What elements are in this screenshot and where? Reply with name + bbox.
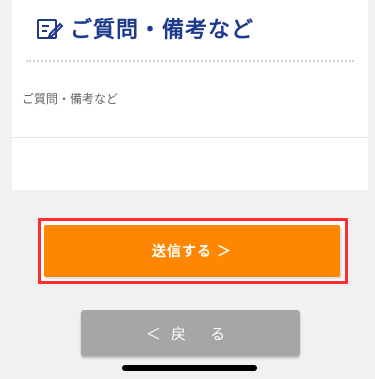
home-indicator xyxy=(122,365,257,371)
edit-note-icon xyxy=(36,14,64,42)
section-title-text: ご質問・備考など xyxy=(70,18,255,43)
section-title: ご質問・備考など xyxy=(36,8,254,48)
submit-button[interactable]: 送信する ＞ xyxy=(44,225,340,277)
dotted-divider xyxy=(26,60,354,62)
back-button[interactable]: ＜戻 る xyxy=(81,310,300,356)
question-textarea[interactable] xyxy=(12,138,368,190)
field-label: ご質問・備考など xyxy=(22,92,119,106)
